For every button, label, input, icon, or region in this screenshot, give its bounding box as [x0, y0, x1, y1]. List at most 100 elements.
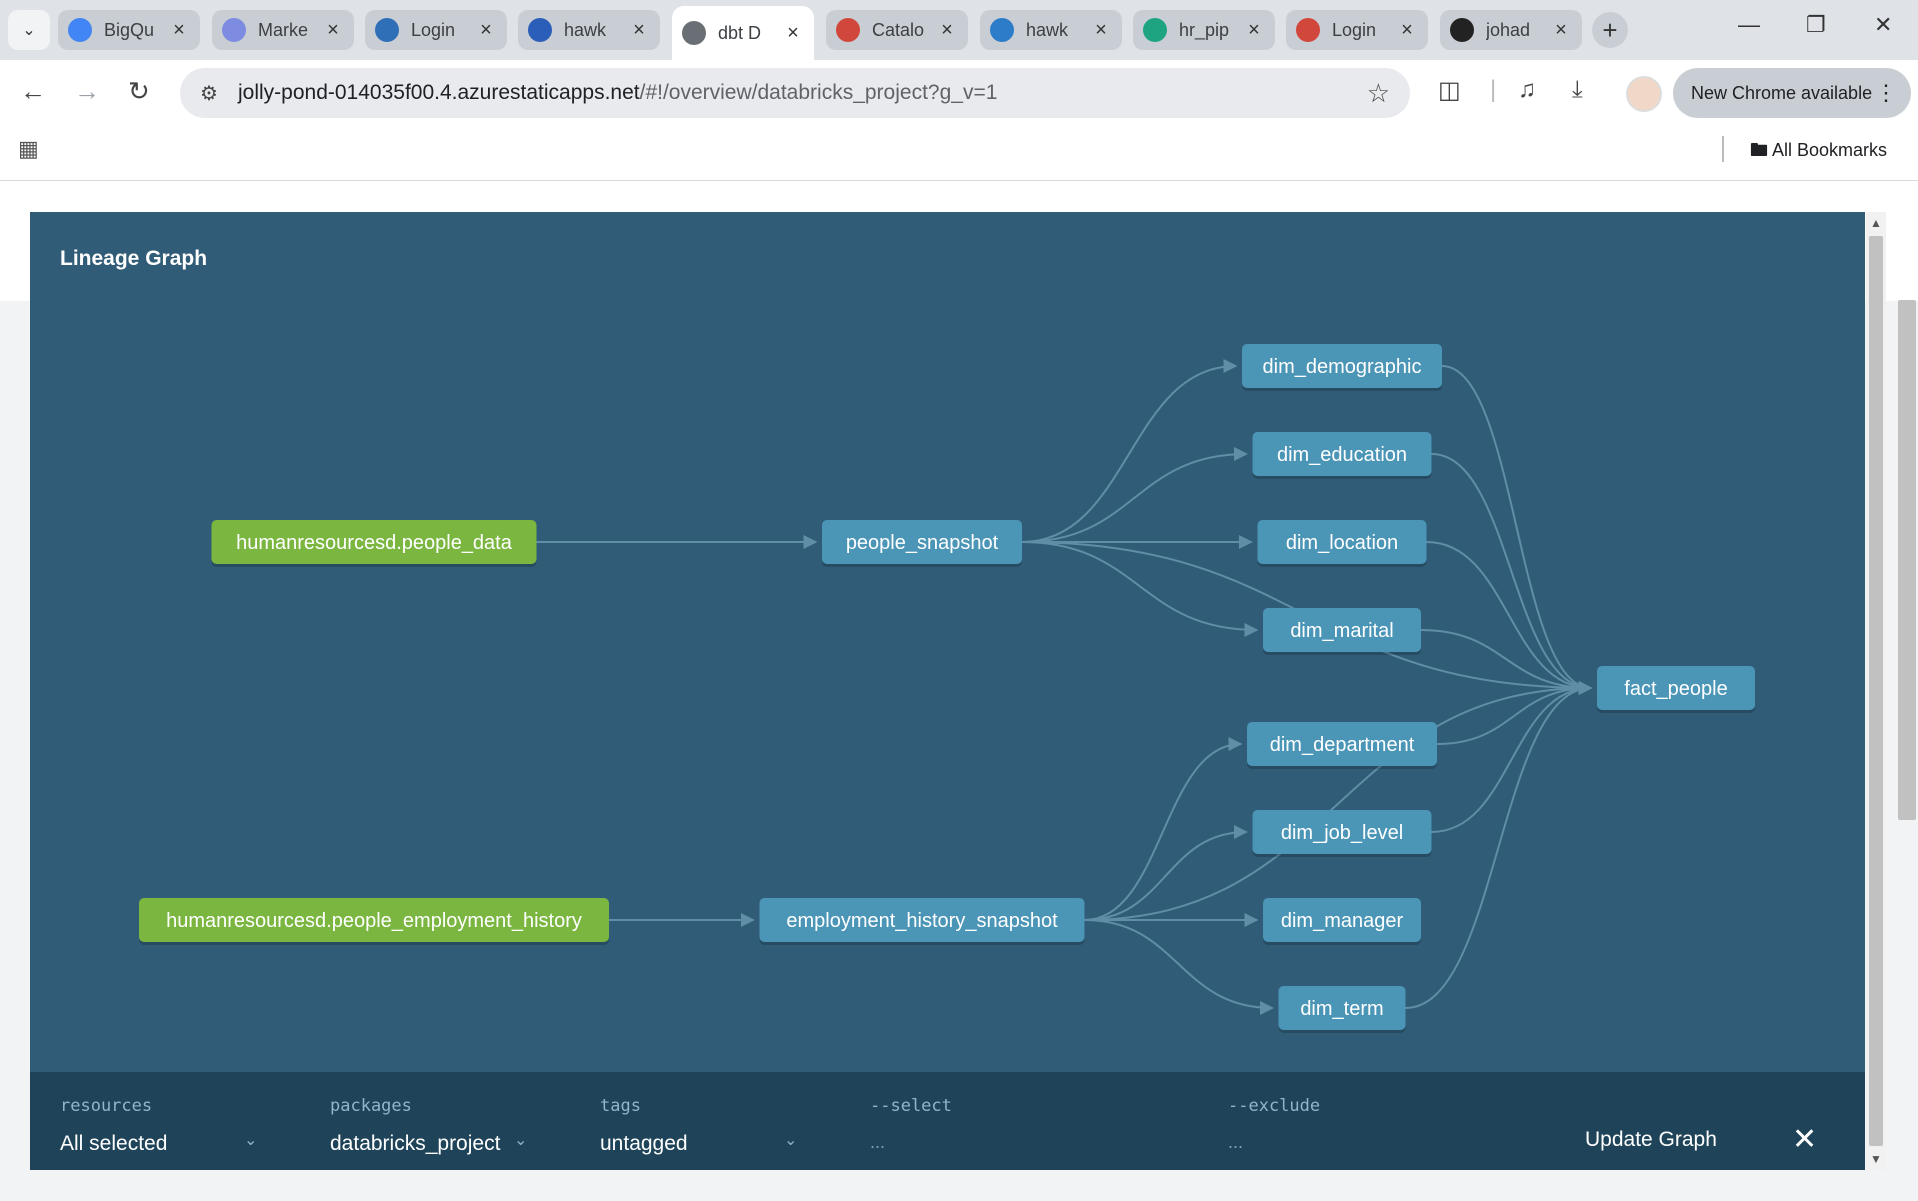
tab-close-icon[interactable]: ×: [628, 19, 650, 42]
tab-title: Login: [1332, 19, 1377, 40]
node-label: people_snapshot: [846, 532, 999, 554]
tab-1[interactable]: Marke ×: [212, 10, 354, 50]
resources-filter[interactable]: resources All selected: [60, 1096, 167, 1156]
node-people_data[interactable]: humanresourcesd.people_data: [211, 520, 537, 567]
modal-scrollbar[interactable]: ▲ ▼: [1866, 212, 1886, 1170]
more-menu-icon[interactable]: ⋮: [1875, 80, 1897, 106]
node-label: fact_people: [1624, 678, 1727, 700]
update-graph-button[interactable]: Update Graph: [1585, 1128, 1717, 1152]
tab-close-icon[interactable]: ×: [782, 22, 804, 45]
exclude-input[interactable]: ...: [1228, 1132, 1320, 1153]
node-fact_people[interactable]: fact_people: [1597, 666, 1755, 713]
modal-scrollbar-thumb[interactable]: [1869, 236, 1883, 1146]
all-bookmarks-button[interactable]: 🖿 All Bookmarks: [1750, 138, 1887, 168]
tab-7[interactable]: hr_pip ×: [1133, 10, 1275, 50]
tab-0[interactable]: BigQu ×: [58, 10, 200, 50]
scroll-down-icon[interactable]: ▼: [1870, 1152, 1882, 1166]
tab-8[interactable]: Login ×: [1286, 10, 1428, 50]
new-chrome-available-button[interactable]: New Chrome available ⋮: [1673, 68, 1911, 118]
node-label: dim_demographic: [1263, 356, 1422, 378]
tab-title: dbt D: [718, 22, 762, 43]
tab-close-icon[interactable]: ×: [1550, 19, 1572, 42]
node-employment_history[interactable]: humanresourcesd.people_employment_histor…: [139, 898, 609, 945]
select-input[interactable]: ...: [870, 1132, 952, 1153]
forward-icon[interactable]: →: [74, 76, 100, 107]
node-dim_term[interactable]: dim_term: [1278, 986, 1406, 1033]
packages-chevron-icon[interactable]: ⌄: [514, 1130, 527, 1150]
extensions-icon[interactable]: ◫: [1438, 76, 1461, 105]
packages-value: databricks_project: [330, 1132, 501, 1155]
toolbar-divider: |: [1490, 76, 1497, 103]
new-chrome-label: New Chrome available: [1691, 82, 1873, 103]
tab-close-icon[interactable]: ×: [936, 19, 958, 42]
profile-avatar[interactable]: [1626, 76, 1662, 112]
tab-title: BigQu: [104, 19, 155, 40]
databricks-icon: [1296, 18, 1320, 42]
node-label: dim_location: [1286, 532, 1398, 554]
node-dim_manager[interactable]: dim_manager: [1263, 898, 1421, 945]
tab-9[interactable]: johad ×: [1440, 10, 1582, 50]
lineage-graph[interactable]: humanresourcesd.people_data humanresource…: [30, 212, 1865, 1072]
bookmark-star-icon[interactable]: ☆: [1367, 78, 1390, 109]
select-filter[interactable]: --select ...: [870, 1096, 952, 1153]
packages-filter[interactable]: packages databricks_project: [330, 1096, 500, 1156]
resources-label: resources: [60, 1096, 153, 1116]
tab-close-icon[interactable]: ×: [322, 19, 344, 42]
url-host: jolly-pond-014035f00.4.azurestaticapps.n…: [238, 81, 640, 104]
node-dim_marital[interactable]: dim_marital: [1263, 608, 1421, 655]
all-bookmarks-label: All Bookmarks: [1772, 140, 1888, 160]
new-tab-button[interactable]: +: [1592, 12, 1628, 48]
bigquery-icon: [68, 18, 92, 42]
node-dim_demographic[interactable]: dim_demographic: [1242, 344, 1442, 391]
apps-grid-icon[interactable]: ▦: [18, 136, 39, 162]
tab-6[interactable]: hawk ×: [980, 10, 1122, 50]
bookmarks-bar: ▦ 🖿 All Bookmarks: [0, 120, 1918, 181]
download-icon[interactable]: ⤓: [1572, 76, 1583, 104]
close-window-icon[interactable]: ✕: [1874, 12, 1892, 38]
node-employment_history_snapshot[interactable]: employment_history_snapshot: [759, 898, 1085, 945]
tab-search-button[interactable]: ⌄: [8, 10, 50, 50]
node-dim_job_level[interactable]: dim_job_level: [1252, 810, 1432, 857]
tab-3[interactable]: hawk ×: [518, 10, 660, 50]
node-people_snapshot[interactable]: people_snapshot: [822, 520, 1022, 567]
tab-5[interactable]: Catalo ×: [826, 10, 968, 50]
reload-icon[interactable]: ↻: [128, 76, 150, 107]
edge-people_snapshot-to-dim_marital: [1021, 541, 1259, 637]
tab-close-icon[interactable]: ×: [1396, 19, 1418, 42]
back-icon[interactable]: ←: [20, 76, 46, 107]
node-label: dim_marital: [1290, 620, 1393, 642]
edge-dim_job_level-to-fact_people: [1431, 681, 1593, 833]
page-scrollbar-thumb[interactable]: [1898, 300, 1916, 820]
tab-title: hr_pip: [1179, 19, 1230, 40]
browser-toolbar: ← → ↻ ⚙ jolly-pond-014035f00.4.azurestat…: [0, 60, 1918, 120]
exclude-label: --exclude: [1228, 1096, 1321, 1116]
select-label: --select: [870, 1096, 952, 1116]
tab-2[interactable]: Login ×: [365, 10, 507, 50]
tab-close-icon[interactable]: ×: [475, 19, 497, 42]
tab-title: hawk: [1026, 19, 1069, 40]
address-bar[interactable]: ⚙ jolly-pond-014035f00.4.azurestaticapps…: [180, 68, 1410, 118]
tab-close-icon[interactable]: ×: [168, 19, 190, 42]
tags-label: tags: [600, 1096, 641, 1116]
exclude-filter[interactable]: --exclude ...: [1228, 1096, 1320, 1153]
close-icon[interactable]: ✕: [1792, 1122, 1817, 1157]
edge-dim_demographic-to-fact_people: [1441, 365, 1593, 695]
node-dim_location[interactable]: dim_location: [1257, 520, 1427, 567]
node-dim_education[interactable]: dim_education: [1252, 432, 1432, 479]
node-label: dim_manager: [1281, 910, 1404, 932]
url-path: /#!/overview/databricks_project?g_v=1: [639, 81, 998, 104]
media-control-icon[interactable]: ♫: [1518, 76, 1536, 104]
tab-close-icon[interactable]: ×: [1243, 19, 1265, 42]
tags-chevron-icon[interactable]: ⌄: [784, 1130, 797, 1150]
site-info-icon[interactable]: ⚙: [194, 78, 224, 108]
tags-filter[interactable]: tags untagged: [600, 1096, 688, 1156]
minimize-icon[interactable]: —: [1738, 12, 1760, 38]
node-dim_department[interactable]: dim_department: [1247, 722, 1437, 769]
restore-icon[interactable]: ❐: [1806, 12, 1826, 38]
node-label: dim_education: [1277, 444, 1407, 466]
tab-close-icon[interactable]: ×: [1090, 19, 1112, 42]
scroll-up-icon[interactable]: ▲: [1870, 216, 1882, 230]
tab-4[interactable]: dbt D ×: [672, 6, 814, 60]
resources-chevron-icon[interactable]: ⌄: [244, 1130, 257, 1150]
tab-title: Catalo: [872, 19, 925, 40]
